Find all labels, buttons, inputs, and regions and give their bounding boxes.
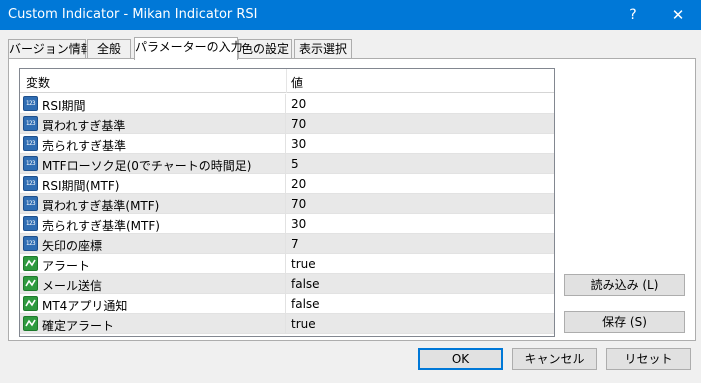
value-cell[interactable]: true [291, 317, 316, 331]
number-icon: 123 [23, 216, 38, 231]
value-cell[interactable]: false [291, 297, 320, 311]
tab-colors[interactable]: 色の設定 [238, 39, 292, 59]
value-cell[interactable]: 20 [291, 177, 306, 191]
variable-name: 売られすぎ基準(MTF) [42, 219, 160, 233]
variable-name: MTFローソク足(0でチャートの時間足) [42, 159, 252, 173]
variable-cell: 確定アラート [20, 314, 286, 333]
variable-cell: 123 売られすぎ基準(MTF) [20, 214, 286, 233]
save-button[interactable]: 保存 (S) [564, 311, 685, 333]
tab-display-select[interactable]: 表示選択 [294, 39, 352, 59]
variable-name: 買われすぎ基準 [42, 119, 126, 133]
value-cell[interactable]: false [291, 277, 320, 291]
variable-cell: アラート [20, 254, 286, 273]
bool-icon [23, 316, 38, 331]
value-cell[interactable]: 30 [291, 137, 306, 151]
table-row[interactable]: 123 売られすぎ基準 30 [20, 134, 554, 154]
value-cell[interactable]: 20 [291, 97, 306, 111]
variable-name: 売られすぎ基準 [42, 139, 127, 153]
number-icon: 123 [23, 156, 38, 171]
ok-button[interactable]: OK [418, 348, 503, 370]
close-button[interactable]: ✕ [665, 5, 691, 25]
value-cell[interactable]: 70 [291, 117, 306, 131]
table-row[interactable]: アラート true [20, 254, 554, 274]
cancel-button[interactable]: キャンセル [512, 348, 597, 370]
help-button[interactable]: ? [620, 5, 646, 25]
value-cell[interactable]: 70 [291, 197, 306, 211]
value-cell[interactable]: true [291, 257, 316, 271]
table-row[interactable]: 確定アラート true [20, 314, 554, 334]
number-icon: 123 [23, 196, 38, 211]
value-cell[interactable]: 30 [291, 217, 306, 231]
table-row[interactable]: 123 売られすぎ基準(MTF) 30 [20, 214, 554, 234]
number-icon: 123 [23, 136, 38, 151]
variable-name: RSI期間(MTF) [42, 179, 120, 193]
table-row[interactable]: メール送信 false [20, 274, 554, 294]
column-header-variable[interactable]: 変数 [26, 74, 50, 91]
variable-name: RSI期間 [42, 99, 86, 113]
tab-version-info[interactable]: バージョン情報 [8, 39, 93, 59]
variable-name: アラート [42, 259, 91, 273]
variable-cell: MT4アプリ通知 [20, 294, 286, 313]
tab-parameters[interactable]: パラメーターの入力 [134, 37, 243, 60]
table-row[interactable]: 123 買われすぎ基準(MTF) 70 [20, 194, 554, 214]
value-cell[interactable]: 7 [291, 237, 299, 251]
variable-name: MT4アプリ通知 [42, 299, 128, 313]
title-bar: Custom Indicator - Mikan Indicator RSI ?… [0, 0, 701, 30]
variable-name: 矢印の座標 [42, 239, 103, 253]
variable-cell: 123 売られすぎ基準 [20, 134, 286, 153]
variable-cell: 123 買われすぎ基準(MTF) [20, 194, 286, 213]
variable-cell: メール送信 [20, 274, 286, 293]
table-row[interactable]: 123 RSI期間(MTF) 20 [20, 174, 554, 194]
variable-name: 買われすぎ基準(MTF) [42, 199, 160, 213]
tab-general[interactable]: 全般 [87, 39, 131, 59]
variable-name: 確定アラート [42, 319, 115, 333]
number-icon: 123 [23, 176, 38, 191]
table-row[interactable]: 123 買われすぎ基準 70 [20, 114, 554, 134]
bool-icon [23, 276, 38, 291]
table-row[interactable]: 123 矢印の座標 7 [20, 234, 554, 254]
variable-cell: 123 RSI期間 [20, 94, 286, 113]
number-icon: 123 [23, 116, 38, 131]
table-header: 変数 値 [20, 69, 554, 93]
parameter-table[interactable]: 変数 値 123 RSI期間 20 123 買われすぎ基準 70 123 売られすぎ基準 30 1… [19, 68, 555, 337]
value-cell[interactable]: 5 [291, 157, 299, 171]
column-divider[interactable] [286, 69, 287, 93]
bool-icon [23, 256, 38, 271]
load-button[interactable]: 読み込み (L) [564, 274, 685, 296]
variable-cell: 123 買われすぎ基準 [20, 114, 286, 133]
window-title: Custom Indicator - Mikan Indicator RSI [8, 7, 258, 22]
number-icon: 123 [23, 96, 38, 111]
variable-cell: 123 矢印の座標 [20, 234, 286, 253]
variable-cell: 123 RSI期間(MTF) [20, 174, 286, 193]
bool-icon [23, 296, 38, 311]
table-row[interactable]: 123 MTFローソク足(0でチャートの時間足) 5 [20, 154, 554, 174]
table-row[interactable]: 123 RSI期間 20 [20, 94, 554, 114]
reset-button[interactable]: リセット [606, 348, 691, 370]
column-header-value[interactable]: 値 [291, 74, 303, 91]
table-row[interactable]: MT4アプリ通知 false [20, 294, 554, 314]
variable-name: メール送信 [42, 279, 103, 293]
number-icon: 123 [23, 236, 38, 251]
variable-cell: 123 MTFローソク足(0でチャートの時間足) [20, 154, 286, 173]
